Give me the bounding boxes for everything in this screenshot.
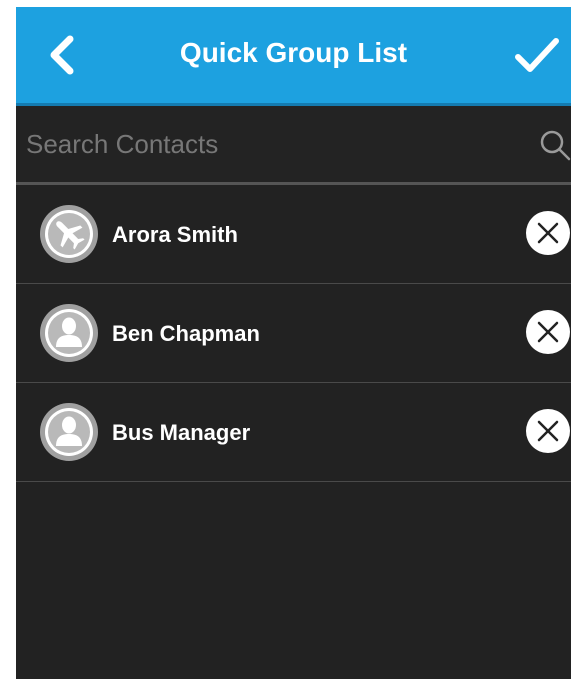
contact-name: Arora Smith [112,222,238,247]
close-icon [526,310,570,354]
close-icon [526,211,570,255]
contact-name: Bus Manager [112,420,251,445]
contact-list: Arora Smith Ben Chapman Bus Manager [16,185,571,482]
quick-group-list-screen: Quick Group List Search Contacts Arora S… [16,7,571,679]
airplane-icon [38,203,100,265]
list-item[interactable]: Arora Smith [16,185,571,284]
list-item[interactable]: Ben Chapman [16,284,571,383]
search-bar [16,106,571,182]
search-icon[interactable] [538,128,571,162]
remove-contact-button[interactable] [525,210,571,256]
back-button[interactable] [44,33,84,77]
remove-contact-button[interactable] [525,408,571,454]
chevron-left-icon [50,35,74,75]
person-icon [38,302,100,364]
app-header: Quick Group List [16,7,571,103]
remove-contact-button[interactable] [525,309,571,355]
contact-name: Ben Chapman [112,321,260,346]
checkmark-icon [515,38,559,72]
confirm-button[interactable] [512,33,562,77]
page-title: Quick Group List [179,37,408,68]
search-input[interactable] [26,124,526,164]
list-item[interactable]: Bus Manager [16,383,571,482]
person-icon [38,401,100,463]
close-icon [526,409,570,453]
